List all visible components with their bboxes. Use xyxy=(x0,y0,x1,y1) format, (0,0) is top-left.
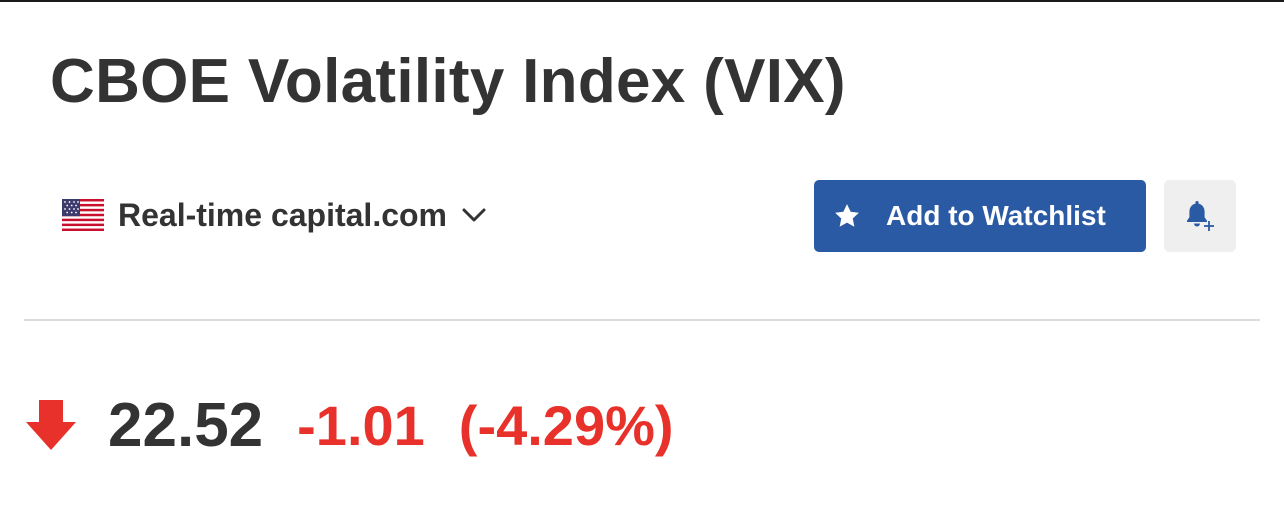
star-icon xyxy=(835,204,859,227)
chevron-down-icon xyxy=(462,208,486,222)
us-flag-icon xyxy=(62,199,104,231)
bell-plus-icon xyxy=(1187,201,1214,231)
data-source-selector[interactable]: Real-time capital.com xyxy=(62,192,487,238)
quote-summary: 22.52 -1.01 (-4.29%) xyxy=(24,390,674,460)
price-change: -1.01 xyxy=(297,393,425,457)
add-to-watchlist-label: Add to Watchlist xyxy=(886,200,1106,231)
last-price: 22.52 xyxy=(108,390,264,460)
page-title: CBOE Volatility Index (VIX) xyxy=(50,47,846,116)
arrow-down-icon xyxy=(26,400,76,450)
price-change-percent: (-4.29%) xyxy=(458,393,674,457)
section-divider xyxy=(24,319,1260,321)
add-to-watchlist-button[interactable]: Add to Watchlist xyxy=(814,180,1146,252)
instrument-header: CBOE Volatility Index (VIX) Real-time ca… xyxy=(0,0,1284,506)
create-alert-button[interactable] xyxy=(1164,180,1236,252)
data-source-label: Real-time capital.com xyxy=(118,196,447,233)
